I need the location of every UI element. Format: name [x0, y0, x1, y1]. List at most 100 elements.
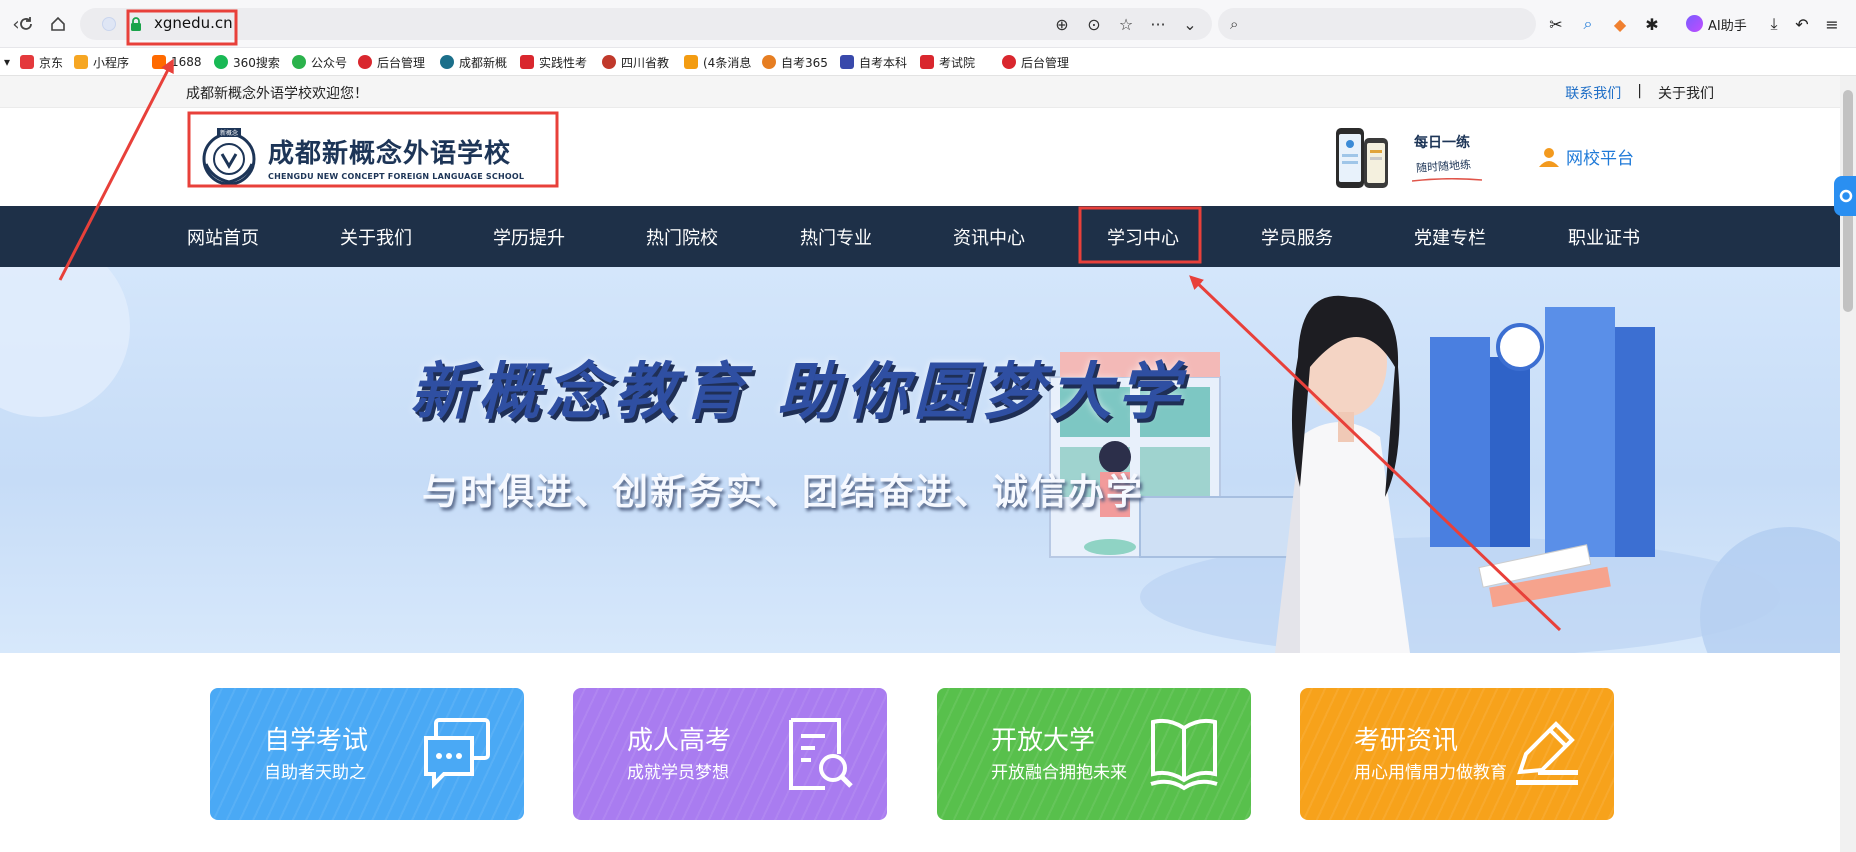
contact-us-link[interactable]: 联系我们	[1565, 83, 1621, 103]
site-header: 新概念 成都新概念外语学校 CHENGDU NEW CONCEPT FOREIG…	[0, 108, 1840, 206]
address-bar[interactable]: xgnedu.cn ⊕ ⊙ ☆ ··· ⌄	[80, 8, 1212, 40]
lock-icon[interactable]	[130, 16, 142, 32]
category-cards: 自学考试 自助者天助之 成人高考 成就学员梦想 开放大学 开放融合拥抱未来 考研…	[0, 653, 1840, 852]
more-icon[interactable]: ···	[1146, 12, 1170, 36]
nav-item-party[interactable]: 党建专栏	[1414, 224, 1486, 250]
nav-item-majors[interactable]: 热门专业	[800, 224, 872, 250]
nav-item-news[interactable]: 资讯中心	[953, 224, 1025, 250]
download-icon[interactable]: ⤓	[1762, 12, 1786, 36]
top-links: 联系我们 | 关于我们	[1565, 83, 1714, 103]
bookmark-item[interactable]: 公众号	[292, 53, 350, 71]
main-nav: 网站首页 关于我们 学历提升 热门院校 热门专业 资讯中心 学习中心 学员服务 …	[0, 206, 1840, 267]
nav-item-learning-center[interactable]: 学习中心	[1107, 224, 1179, 250]
bookmark-item[interactable]: 实践性考	[520, 53, 590, 71]
card-open-university[interactable]: 开放大学 开放融合拥抱未来	[937, 688, 1251, 820]
logo-english-name: CHENGDU NEW CONCEPT FOREIGN LANGUAGE SCH…	[268, 172, 525, 181]
extensions-icon[interactable]: ✱	[1640, 12, 1664, 36]
nav-item-schools[interactable]: 热门院校	[646, 224, 718, 250]
phone-app-icon[interactable]	[1334, 126, 1390, 192]
star-icon[interactable]: ☆	[1114, 12, 1138, 36]
favicon-icon	[840, 55, 854, 69]
user-icon	[1539, 147, 1559, 167]
favicon-icon	[520, 55, 534, 69]
daily-practice-title[interactable]: 每日一练	[1414, 132, 1470, 152]
daily-practice-subtitle: 随时随地练	[1415, 158, 1472, 175]
bookmark-item[interactable]: 自考本科	[840, 53, 910, 71]
card-subtitle: 自助者天助之	[264, 763, 366, 783]
bookmark-item[interactable]: 考试院	[920, 53, 990, 71]
search-doc-icon	[789, 718, 853, 790]
favicon-icon	[152, 55, 166, 69]
online-platform-link[interactable]: 网校平台	[1538, 144, 1634, 169]
bookmarks-bar: ▾ 京东 小程序 1688 360搜索 公众号 后台管理 成都新概 实践性考 四…	[0, 48, 1856, 76]
bookmark-label: 实践性考	[539, 55, 588, 70]
site-logo[interactable]: 新概念 成都新概念外语学校 CHENGDU NEW CONCEPT FOREIG…	[192, 118, 552, 196]
download-status-icon[interactable]: ⊙	[1082, 12, 1106, 36]
logo-badge-text: 新概念	[220, 129, 238, 137]
bookmark-label: 成都新概	[459, 55, 508, 70]
nav-item-about[interactable]: 关于我们	[340, 224, 412, 250]
side-link-icon[interactable]	[1834, 176, 1856, 216]
favicon-icon	[20, 55, 34, 69]
nav-item-certificates[interactable]: 职业证书	[1568, 224, 1640, 250]
bookmark-item[interactable]: 小程序	[74, 53, 144, 71]
bookmark-item[interactable]: 后台管理	[1002, 53, 1072, 71]
card-subtitle: 成就学员梦想	[627, 763, 729, 783]
card-title: 开放大学	[991, 726, 1096, 756]
card-postgraduate-info[interactable]: 考研资讯 用心用情用力做教育	[1300, 688, 1614, 820]
nav-item-home[interactable]: 网站首页	[187, 224, 259, 250]
card-subtitle: 开放融合拥抱未来	[991, 763, 1127, 783]
bookmark-item[interactable]: 360搜索	[214, 53, 282, 71]
nav-item-degree[interactable]: 学历提升	[493, 224, 565, 250]
undo-icon[interactable]: ↶	[1790, 12, 1814, 36]
bookmark-item[interactable]: 自考365	[762, 53, 832, 71]
ai-assistant-icon[interactable]	[1686, 15, 1703, 32]
find-icon[interactable]: ⌕	[1576, 12, 1600, 36]
bookmark-label: 自考本科	[859, 55, 908, 70]
nav-item-student-services[interactable]: 学员服务	[1261, 224, 1333, 250]
about-us-link[interactable]: 关于我们	[1658, 83, 1714, 103]
bookmark-label: 后台管理	[377, 55, 426, 70]
card-self-study-exam[interactable]: 自学考试 自助者天助之	[210, 688, 524, 820]
card-title: 考研资讯	[1354, 726, 1459, 756]
scissors-icon[interactable]: ✂	[1544, 12, 1568, 36]
online-platform-label: 网校平台	[1566, 149, 1634, 169]
favicon-icon	[920, 55, 934, 69]
bookmark-item[interactable]: 京东	[20, 53, 68, 71]
bookmarks-dropdown-icon[interactable]: ▾	[4, 53, 14, 71]
bookmark-item[interactable]: 1688	[152, 53, 208, 71]
browser-search-box[interactable]: ⌕	[1218, 8, 1536, 40]
bookmark-item[interactable]: 四川省教	[602, 53, 672, 71]
card-title: 自学考试	[264, 726, 369, 756]
url-text[interactable]: xgnedu.cn	[154, 14, 233, 32]
site-identity-icon[interactable]	[102, 17, 116, 31]
game-icon[interactable]: ◆	[1608, 12, 1632, 36]
bookmark-label: 自考365	[781, 55, 828, 70]
card-adult-exam[interactable]: 成人高考 成就学员梦想	[573, 688, 887, 820]
menu-icon[interactable]: ≡	[1820, 12, 1844, 36]
bookmark-item[interactable]: (4条消息	[684, 53, 752, 71]
ai-assistant-label[interactable]: AI助手	[1708, 15, 1747, 34]
bookmark-label: 1688	[171, 55, 202, 69]
pen-icon	[1516, 721, 1578, 785]
bookmark-label: 公众号	[311, 55, 348, 70]
bookmark-item[interactable]: 成都新概	[440, 53, 510, 71]
link-separator: |	[1637, 83, 1642, 99]
card-title: 成人高考	[627, 726, 732, 756]
home-icon[interactable]	[44, 10, 72, 38]
hero-banner[interactable]: 新概念教育 助你圆梦大学 与时俱进、创新务实、团结奋进、诚信办学	[0, 267, 1840, 653]
favicon-icon	[214, 55, 228, 69]
bookmark-label: 后台管理	[1021, 55, 1070, 70]
banner-title: 新概念教育 助你圆梦大学	[410, 355, 1186, 428]
banner-subtitle: 与时俱进、创新务实、团结奋进、诚信办学	[422, 472, 1145, 513]
search-icon: ⌕	[1230, 15, 1239, 33]
school-emblem-icon: 新概念	[202, 128, 256, 186]
chevron-down-icon[interactable]: ⌄	[1178, 12, 1202, 36]
zoom-icon[interactable]: ⊕	[1050, 12, 1074, 36]
bookmark-item[interactable]: 后台管理	[358, 53, 428, 71]
reload-icon[interactable]	[12, 10, 40, 38]
site-top-bar: 成都新概念外语学校欢迎您！ 联系我们 | 关于我们	[0, 76, 1840, 108]
bookmark-label: 四川省教	[621, 55, 670, 70]
bookmark-label: (4条消息	[703, 55, 752, 70]
banner-illustration	[0, 267, 1840, 653]
